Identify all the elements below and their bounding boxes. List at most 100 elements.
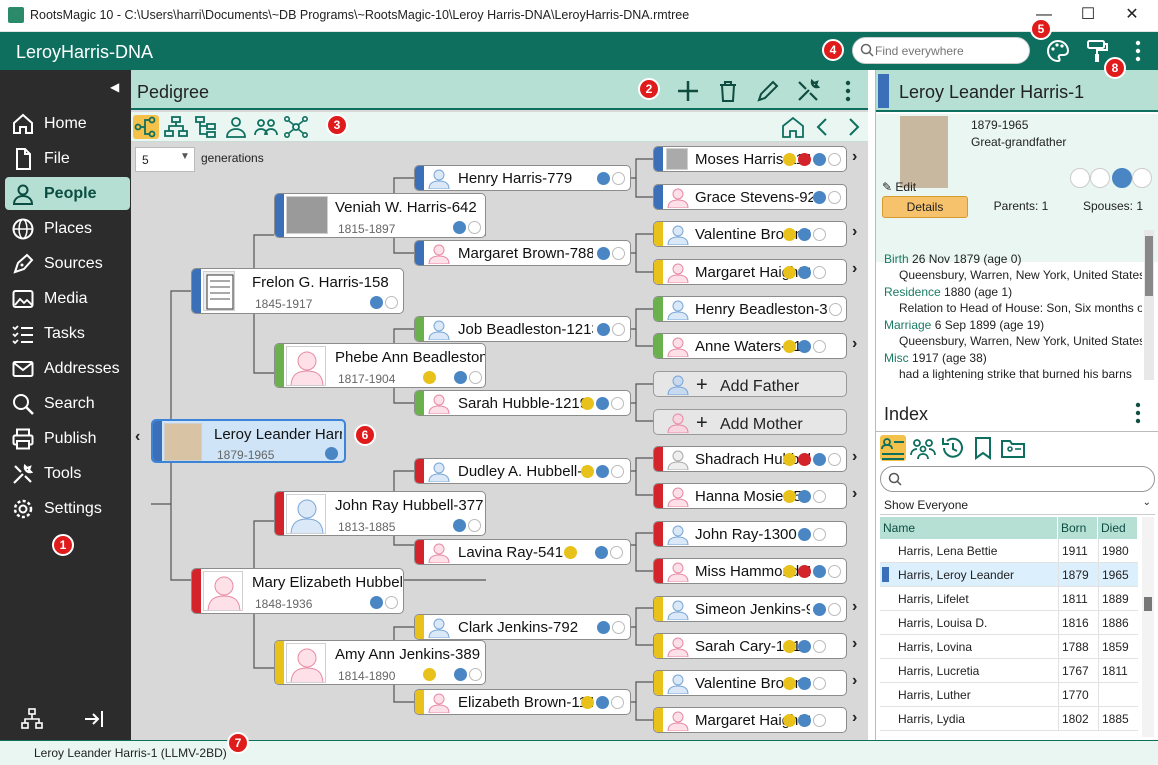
person-card-gen4[interactable]: Sarah Hubble-1219: [414, 390, 631, 416]
nav-file[interactable]: File: [5, 142, 130, 175]
facts-scrollbar[interactable]: [1144, 230, 1154, 380]
person-card-gen4[interactable]: Clark Jenkins-792: [414, 614, 631, 640]
person-card-father[interactable]: Frelon G. Harris-158 1845-1917: [191, 268, 404, 314]
person-card-mother[interactable]: Mary Elizabeth Hubbell 1848-1936: [191, 568, 404, 614]
person-card-gen5[interactable]: Valentine Brown-912: [653, 221, 847, 247]
person-card-paternal-grandfather[interactable]: Veniah W. Harris-642 1815-1897: [274, 193, 486, 238]
nav-addresses[interactable]: Addresses: [5, 352, 130, 385]
scrollbar-thumb[interactable]: [1145, 236, 1153, 296]
familysearch-tree-icon[interactable]: [1112, 168, 1132, 188]
person-card-gen5[interactable]: Henry Beadleston-3: [653, 296, 847, 322]
person-card-gen4[interactable]: Elizabeth Brown-1126: [414, 689, 631, 715]
families-icon[interactable]: [910, 435, 936, 461]
table-row[interactable]: Harris, Lifelet 1811 1889: [880, 587, 1138, 611]
find-everywhere-box[interactable]: [852, 37, 1030, 64]
bookmark-icon[interactable]: [970, 435, 996, 461]
person-card-gen4[interactable]: Dudley A. Hubbell-540: [414, 458, 631, 484]
table-row[interactable]: Harris, Lucretia 1767 1811: [880, 659, 1138, 683]
index-search-input[interactable]: [880, 466, 1155, 492]
person-card-gen4[interactable]: Henry Harris-779: [414, 165, 631, 191]
nav-media[interactable]: Media: [5, 282, 130, 315]
person-card-gen5[interactable]: Miss Hammond-2: [653, 558, 847, 584]
person-card-gen5[interactable]: Hanna Mosier-58: [653, 483, 847, 509]
nav-search[interactable]: Search: [5, 387, 130, 420]
person-card-gen5[interactable]: Grace Stevens-920: [653, 184, 847, 210]
more-menu-icon[interactable]: [1124, 37, 1152, 65]
person-photo[interactable]: [900, 116, 948, 188]
chevron-right-icon[interactable]: ›: [852, 709, 857, 727]
people-list-icon[interactable]: [880, 435, 906, 461]
chevron-right-icon[interactable]: ›: [852, 335, 857, 353]
family-tree-icon[interactable]: [20, 707, 44, 731]
table-row[interactable]: Harris, Lydia 1802 1885: [880, 707, 1138, 731]
nav-sources[interactable]: Sources: [5, 247, 130, 280]
more-menu-icon[interactable]: [1128, 400, 1148, 426]
person-card-maternal-grandfather[interactable]: John Ray Hubbell-377 1813-1885: [274, 491, 486, 536]
fact-place: Queensbury, Warren, New York, United Sta…: [899, 334, 1142, 348]
add-father-button[interactable]: + Add Father: [653, 371, 847, 397]
column-header-born[interactable]: Born: [1058, 517, 1098, 539]
nav-people[interactable]: People: [5, 177, 130, 210]
person-card-gen5[interactable]: Shadrach Hubbell-5: [653, 446, 847, 472]
status-circle-icon[interactable]: [1090, 168, 1110, 188]
history-icon[interactable]: [940, 435, 966, 461]
status-circle-icon[interactable]: [1070, 168, 1090, 188]
person-card-gen5[interactable]: Margaret Haight-913: [653, 707, 847, 733]
exit-icon[interactable]: [82, 707, 106, 731]
maximize-button[interactable]: ☐: [1068, 4, 1108, 26]
nav-home[interactable]: Home: [5, 107, 130, 140]
dna-icon[interactable]: [1132, 168, 1152, 188]
person-card-gen4[interactable]: Lavina Ray-541: [414, 539, 631, 565]
chevron-right-icon[interactable]: ›: [852, 485, 857, 503]
nav-tasks[interactable]: Tasks: [5, 317, 130, 350]
nav-settings[interactable]: Settings: [5, 492, 130, 525]
index-scrollbar[interactable]: [1142, 517, 1154, 737]
person-card-gen4[interactable]: Margaret Brown-788: [414, 240, 631, 266]
fact-item[interactable]: Misc 1917 (age 38): [884, 351, 987, 365]
person-card-gen5[interactable]: John Ray-1300: [653, 521, 847, 547]
person-card-root[interactable]: Leroy Leander Harris-1 1879-1965: [151, 419, 346, 463]
chevron-right-icon[interactable]: ›: [852, 223, 857, 241]
table-row[interactable]: Harris, Lovina 1788 1859: [880, 635, 1138, 659]
table-row[interactable]: Harris, Leroy Leander 1879 1965: [880, 563, 1138, 587]
gender-bar: [415, 317, 424, 341]
nav-places[interactable]: Places: [5, 212, 130, 245]
palette-icon[interactable]: [1044, 37, 1072, 65]
close-button[interactable]: ✕: [1112, 4, 1152, 26]
fact-item[interactable]: Birth 26 Nov 1879 (age 0): [884, 252, 1021, 266]
find-everywhere-input[interactable]: [875, 42, 1025, 60]
person-card-gen5[interactable]: Valentine Brown-912: [653, 670, 847, 696]
person-card-gen5[interactable]: Moses Harris-1182: [653, 146, 847, 172]
chevron-right-icon[interactable]: ›: [852, 260, 857, 278]
person-card-gen5[interactable]: Sarah Cary-1911: [653, 633, 847, 659]
table-row[interactable]: Harris, Lena Bettie 1911 1980: [880, 539, 1138, 563]
chevron-left-icon[interactable]: ‹: [135, 428, 140, 446]
scrollbar-thumb[interactable]: [1144, 597, 1152, 611]
chevron-right-icon[interactable]: ›: [852, 448, 857, 466]
index-filter-select[interactable]: Show Everyone ⌄: [880, 495, 1155, 515]
chevron-right-icon[interactable]: ›: [852, 598, 857, 616]
column-header-died[interactable]: Died: [1098, 517, 1138, 539]
person-card-paternal-grandmother[interactable]: Phebe Ann Beadleston 1817-1904: [274, 343, 486, 388]
person-card-gen4[interactable]: Job Beadleston-1213: [414, 316, 631, 342]
add-mother-button[interactable]: + Add Mother: [653, 409, 847, 435]
table-row[interactable]: Harris, Luther 1770: [880, 683, 1138, 707]
column-header-name[interactable]: Name: [880, 517, 1058, 539]
nav-publish[interactable]: Publish: [5, 422, 130, 455]
gender-bar: [275, 641, 284, 684]
table-row[interactable]: Harris, Louisa D. 1816 1886: [880, 611, 1138, 635]
nav-tools[interactable]: Tools: [5, 457, 130, 490]
person-card-maternal-grandmother[interactable]: Amy Ann Jenkins-389 1814-1890: [274, 640, 486, 685]
person-card-gen5[interactable]: Margaret Haight-913: [653, 259, 847, 285]
collapse-sidebar-icon[interactable]: ◀: [110, 80, 119, 94]
groups-folder-icon[interactable]: [1000, 435, 1026, 461]
fact-item[interactable]: Residence 1880 (age 1): [884, 285, 1012, 299]
chevron-right-icon[interactable]: ›: [852, 148, 857, 166]
person-card-gen5[interactable]: Anne Waters-1126: [653, 333, 847, 359]
chevron-right-icon[interactable]: ›: [852, 635, 857, 653]
search-icon: [888, 472, 902, 486]
chevron-right-icon[interactable]: ›: [852, 672, 857, 690]
fact-item[interactable]: Marriage 6 Sep 1899 (age 19): [884, 318, 1044, 332]
person-card-gen5[interactable]: Simeon Jenkins-919: [653, 596, 847, 622]
edit-button[interactable]: ✎ Edit: [882, 180, 916, 194]
